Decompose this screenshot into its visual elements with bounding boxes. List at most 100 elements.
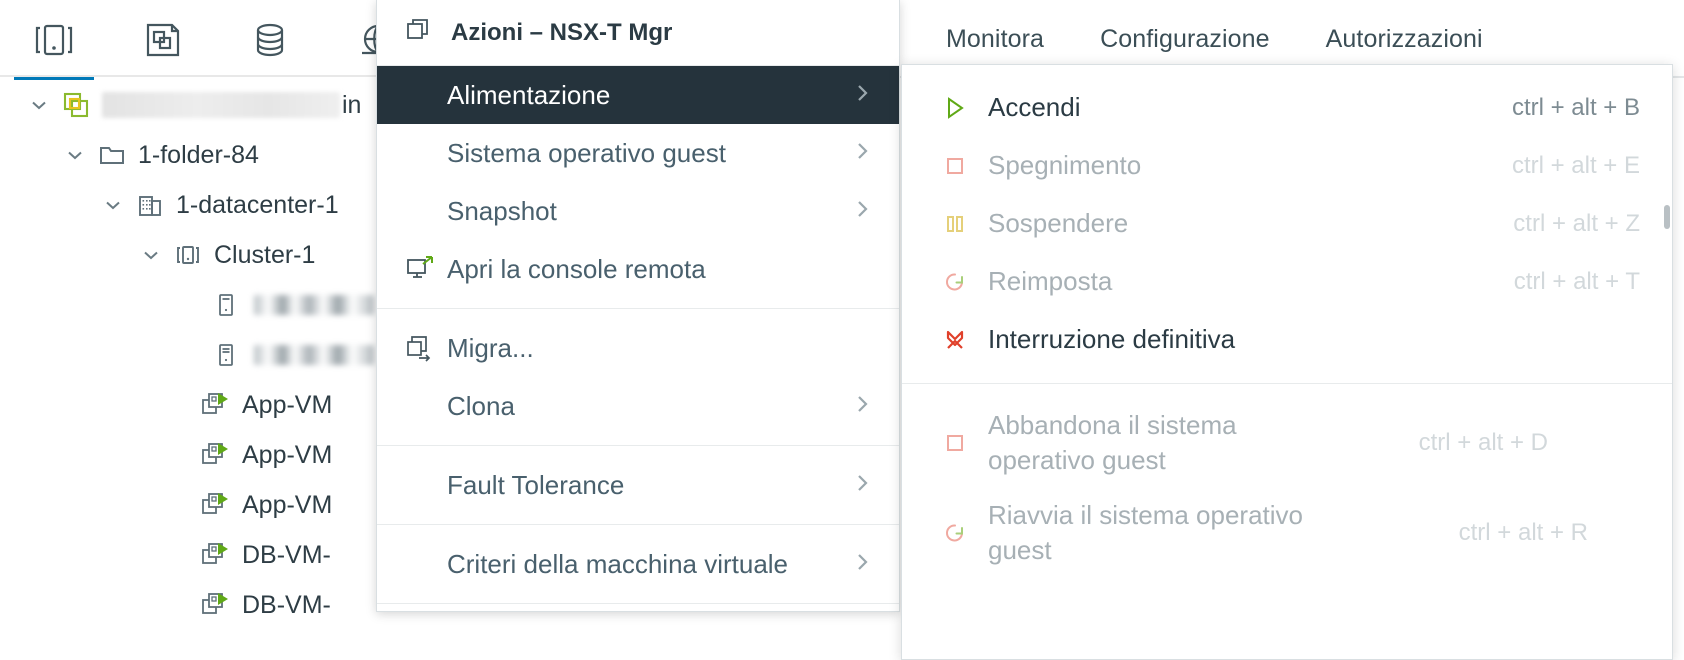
menu-item-clona[interactable]: Clona xyxy=(377,377,899,435)
chevron-right-icon xyxy=(851,138,873,169)
menu-spacer xyxy=(377,525,899,535)
hosts-and-clusters-icon[interactable] xyxy=(0,0,108,80)
datacenter-icon xyxy=(130,191,170,219)
vm-running-icon xyxy=(196,440,236,470)
submenu-item-label: Accendi xyxy=(988,92,1081,123)
submenu-scrollbar[interactable] xyxy=(1664,205,1670,229)
cluster-icon xyxy=(168,241,208,269)
menu-item-label: Alimentazione xyxy=(447,79,611,110)
chevron-right-icon xyxy=(851,470,873,501)
suspend-icon xyxy=(942,211,988,237)
tree-row[interactable]: DB-VM- xyxy=(0,530,380,580)
tree-item-label: Cluster-1 xyxy=(214,240,316,269)
host-icon xyxy=(206,342,246,368)
submenu-item-abbandona-sistema-operativo-guest: Abbandona il sistema operativo guest ctr… xyxy=(902,398,1672,488)
vms-and-templates-icon[interactable] xyxy=(108,0,216,80)
guest-shutdown-icon xyxy=(942,430,988,456)
menu-spacer xyxy=(377,593,899,603)
tree-item-label: App-VM xyxy=(242,490,333,519)
menu-spacer xyxy=(377,309,899,319)
host-icon xyxy=(206,292,246,318)
menu-item-label: Snapshot xyxy=(447,195,557,226)
menu-spacer xyxy=(377,514,899,524)
chevron-right-icon xyxy=(851,391,873,422)
tree-row[interactable] xyxy=(0,330,380,380)
submenu-item-shortcut: ctrl + alt + E xyxy=(1511,152,1640,179)
submenu-item-reimposta: Reimposta ctrl + alt + T xyxy=(902,253,1672,311)
menu-item-alimentazione[interactable]: Alimentazione xyxy=(377,66,899,124)
actions-context-menu[interactable]: Azioni – NSX-T Mgr Alimentazione Sistema… xyxy=(376,0,900,612)
chevron-down-icon[interactable] xyxy=(22,95,56,115)
tree-row[interactable]: 1-datacenter-1 xyxy=(0,180,380,230)
tree-item-label: App-VM xyxy=(242,440,333,469)
tree-item-label: 1-datacenter-1 xyxy=(176,190,339,219)
submenu-item-shortcut: ctrl + alt + R xyxy=(1458,519,1588,546)
tab-monitora[interactable]: Monitora xyxy=(918,25,1072,54)
remote-console-icon xyxy=(405,255,447,283)
vm-actions-icon xyxy=(405,16,433,49)
menu-item-fault-tolerance[interactable]: Fault Tolerance xyxy=(377,456,899,514)
submenu-item-interruzione-definitiva[interactable]: Interruzione definitiva xyxy=(902,311,1672,369)
submenu-item-shortcut: ctrl + alt + B xyxy=(1511,94,1640,121)
tree-item-label: App-VM xyxy=(242,390,333,419)
menu-item-label: Apri la console remota xyxy=(447,253,706,284)
chevron-right-icon xyxy=(851,196,873,227)
menu-spacer xyxy=(377,435,899,445)
menu-spacer xyxy=(377,298,899,308)
host-name-redacted xyxy=(254,345,374,365)
vcenter-name-redacted xyxy=(102,92,340,118)
menu-item-criteri-macchina-virtuale[interactable]: Criteri della macchina virtuale xyxy=(377,535,899,593)
shutdown-hard-icon xyxy=(942,327,988,353)
vm-running-icon xyxy=(196,490,236,520)
submenu-item-label: Sospendere xyxy=(988,208,1129,239)
chevron-down-icon[interactable] xyxy=(58,145,92,165)
chevron-right-icon xyxy=(851,549,873,580)
menu-item-label: Fault Tolerance xyxy=(447,469,625,500)
tree-row[interactable]: App-VM xyxy=(0,430,380,480)
submenu-item-label: Interruzione definitiva xyxy=(988,324,1236,355)
submenu-item-accendi[interactable]: Accendi ctrl + alt + B xyxy=(902,79,1672,137)
migrate-icon xyxy=(405,334,447,362)
chevron-right-icon xyxy=(851,80,873,111)
storage-icon[interactable] xyxy=(216,0,324,80)
submenu-item-spegnimento: Spegnimento ctrl + alt + E xyxy=(902,137,1672,195)
tree-row[interactable] xyxy=(0,280,380,330)
host-name-redacted xyxy=(254,295,374,315)
menu-item-label: Sistema operativo guest xyxy=(447,137,726,168)
power-off-icon xyxy=(942,153,988,179)
tree-row[interactable]: Cluster-1 xyxy=(0,230,380,280)
submenu-item-sospendere: Sospendere ctrl + alt + Z xyxy=(902,195,1672,253)
menu-item-label: Criteri della macchina virtuale xyxy=(447,548,789,579)
reset-icon xyxy=(942,269,988,295)
menu-spacer xyxy=(377,446,899,456)
vcenter-icon xyxy=(56,90,96,120)
chevron-down-icon[interactable] xyxy=(96,195,130,215)
menu-item-apri-console-remota[interactable]: Apri la console remota xyxy=(377,240,899,298)
menu-item-sistema-operativo-guest[interactable]: Sistema operativo guest xyxy=(377,124,899,182)
submenu-item-label: Riavvia il sistema operativo guest xyxy=(988,499,1304,565)
tree-row[interactable]: DB-VM- xyxy=(0,580,380,630)
power-on-icon xyxy=(942,95,988,121)
guest-restart-icon xyxy=(942,520,988,546)
submenu-item-label: Reimposta xyxy=(988,266,1113,297)
tree-row[interactable]: App-VM xyxy=(0,480,380,530)
tree-row[interactable]: App-VM xyxy=(0,380,380,430)
submenu-item-shortcut: ctrl + alt + Z xyxy=(1513,210,1640,237)
chevron-down-icon[interactable] xyxy=(134,245,168,265)
menu-separator xyxy=(377,603,899,604)
tree-item-label: in xyxy=(342,90,362,119)
vm-running-icon xyxy=(196,390,236,420)
vm-running-icon xyxy=(196,540,236,570)
tree-row[interactable]: 1-folder-84 xyxy=(0,130,380,180)
power-submenu[interactable]: Accendi ctrl + alt + B Spegnimento ctrl … xyxy=(901,64,1673,660)
tab-autorizzazioni[interactable]: Autorizzazioni xyxy=(1298,25,1511,54)
submenu-spacer xyxy=(902,369,1672,383)
inventory-tree[interactable]: in 1-folder-84 1-datacenter-1 Cluster-1 … xyxy=(0,80,380,660)
menu-item-migra[interactable]: Migra... xyxy=(377,319,899,377)
tree-row[interactable]: in xyxy=(0,80,380,130)
menu-item-snapshot[interactable]: Snapshot xyxy=(377,182,899,240)
menu-item-label: Clona xyxy=(447,390,515,421)
submenu-item-label: Spegnimento xyxy=(988,150,1142,181)
tab-configurazione[interactable]: Configurazione xyxy=(1072,25,1298,54)
submenu-item-label: Abbandona il sistema operativo guest xyxy=(988,409,1237,475)
